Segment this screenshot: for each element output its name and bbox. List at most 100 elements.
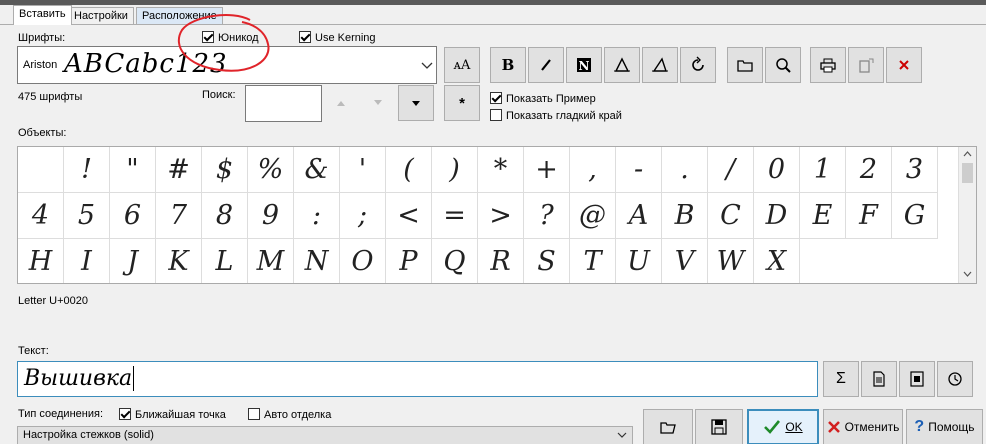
glyph-cell[interactable]: , <box>570 147 616 193</box>
glyph-cell[interactable]: 7 <box>156 193 202 239</box>
glyph-cell[interactable]: - <box>616 147 662 193</box>
show-sample-checkbox[interactable]: Показать Пример <box>490 92 596 105</box>
glyph-cell[interactable]: < <box>386 193 432 239</box>
glyph-cell[interactable]: P <box>386 239 432 283</box>
scroll-up-icon[interactable] <box>963 151 972 157</box>
glyph-cell[interactable]: B <box>662 193 708 239</box>
glyph-cell[interactable]: X <box>754 239 800 283</box>
glyph-scrollbar[interactable] <box>958 147 976 283</box>
nearest-point-checkbox[interactable]: Ближайшая точка <box>119 408 226 421</box>
print-button[interactable] <box>810 47 846 83</box>
stitch-settings-select[interactable]: Настройка стежков (solid) <box>17 426 633 444</box>
glyph-cell[interactable]: % <box>248 147 294 193</box>
italic-button[interactable] <box>528 47 564 83</box>
glyph-cell[interactable] <box>18 147 64 193</box>
scroll-down-icon[interactable] <box>963 271 972 277</box>
glyph-cell[interactable]: & <box>294 147 340 193</box>
glyph-cell[interactable]: A <box>616 193 662 239</box>
glyph-cell[interactable]: @ <box>570 193 616 239</box>
glyph-cell[interactable]: R <box>478 239 524 283</box>
glyph-cell[interactable]: 5 <box>64 193 110 239</box>
clock-button[interactable] <box>937 361 973 397</box>
slant-right-button[interactable] <box>642 47 678 83</box>
glyph-cell[interactable]: W <box>708 239 754 283</box>
glyph-cell[interactable]: ' <box>340 147 386 193</box>
save-button[interactable] <box>695 409 743 444</box>
auto-finish-checkbox[interactable]: Авто отделка <box>248 408 331 421</box>
glyph-cell[interactable]: * <box>478 147 524 193</box>
arrow-up-icon[interactable] <box>336 99 346 107</box>
chevron-down-icon[interactable] <box>421 62 433 70</box>
glyph-cell[interactable]: ( <box>386 147 432 193</box>
open-folder-button[interactable] <box>727 47 763 83</box>
glyph-cell[interactable]: ? <box>524 193 570 239</box>
glyph-cell[interactable]: F <box>846 193 892 239</box>
text-input[interactable]: Вышивка <box>17 361 818 397</box>
kerning-check-icon[interactable] <box>299 31 311 43</box>
asterisk-button[interactable]: * <box>444 85 480 121</box>
glyph-cell[interactable]: T <box>570 239 616 283</box>
glyph-cell[interactable]: = <box>432 193 478 239</box>
open-file-button[interactable] <box>643 409 693 444</box>
chevron-down-icon[interactable] <box>617 432 627 439</box>
glyph-cell[interactable]: L <box>202 239 248 283</box>
search-input[interactable] <box>245 85 322 122</box>
auto-check-icon[interactable] <box>248 408 260 420</box>
glyph-cell[interactable]: 4 <box>18 193 64 239</box>
glyph-cell[interactable]: ! <box>64 147 110 193</box>
font-size-button[interactable]: ᴀA <box>444 47 480 83</box>
glyph-cell[interactable]: . <box>662 147 708 193</box>
glyph-cell[interactable]: E <box>800 193 846 239</box>
glyph-cell[interactable]: Q <box>432 239 478 283</box>
glyph-cell[interactable]: 9 <box>248 193 294 239</box>
template-button[interactable] <box>899 361 935 397</box>
slant-left-button[interactable] <box>604 47 640 83</box>
glyph-cell[interactable]: ; <box>340 193 386 239</box>
glyph-cell[interactable]: 6 <box>110 193 156 239</box>
scroll-thumb[interactable] <box>962 163 973 183</box>
glyph-cell[interactable]: : <box>294 193 340 239</box>
tab-settings[interactable]: Настройки <box>68 7 134 25</box>
export-button[interactable] <box>848 47 884 83</box>
arrow-down-icon[interactable] <box>373 99 383 107</box>
glyph-cell[interactable]: S <box>524 239 570 283</box>
zoom-button[interactable] <box>765 47 801 83</box>
smooth-edge-checkbox[interactable]: Показать гладкий край <box>490 109 622 122</box>
glyph-cell[interactable]: D <box>754 193 800 239</box>
glyph-cell[interactable]: N <box>294 239 340 283</box>
glyph-cell[interactable]: K <box>156 239 202 283</box>
glyph-cell[interactable]: $ <box>202 147 248 193</box>
glyph-cell[interactable]: V <box>662 239 708 283</box>
ok-button[interactable]: OK <box>747 409 819 444</box>
glyph-cell[interactable]: 8 <box>202 193 248 239</box>
glyph-cell[interactable]: > <box>478 193 524 239</box>
cancel-tool-button[interactable] <box>886 47 922 83</box>
glyph-cell[interactable]: 0 <box>754 147 800 193</box>
n-box-button[interactable]: N <box>566 47 602 83</box>
glyph-cell[interactable]: # <box>156 147 202 193</box>
glyph-cell[interactable]: J <box>110 239 156 283</box>
glyph-cell[interactable]: U <box>616 239 662 283</box>
glyph-cell[interactable]: 1 <box>800 147 846 193</box>
glyph-cell[interactable]: 2 <box>846 147 892 193</box>
glyph-cell[interactable]: H <box>18 239 64 283</box>
glyph-cell[interactable]: C <box>708 193 754 239</box>
glyph-cell[interactable]: G <box>892 193 938 239</box>
help-button[interactable]: ? Помощь <box>906 409 983 444</box>
bold-button[interactable]: B <box>490 47 526 83</box>
glyph-cell[interactable]: " <box>110 147 156 193</box>
document-button[interactable] <box>861 361 897 397</box>
glyph-cell[interactable]: 3 <box>892 147 938 193</box>
glyph-grid[interactable]: ! " # $% & '() * +, -./0 1 2 3 4 5 6 7 8 9:; < = >? @ A B C D E F G H… <box>17 146 977 284</box>
glyph-cell[interactable]: / <box>708 147 754 193</box>
smooth-edge-check-icon[interactable] <box>490 109 502 121</box>
glyph-cell[interactable]: + <box>524 147 570 193</box>
search-dropdown-button[interactable] <box>398 85 434 121</box>
glyph-cell[interactable]: I <box>64 239 110 283</box>
glyph-cell[interactable]: O <box>340 239 386 283</box>
tab-insert[interactable]: Вставить <box>13 5 72 25</box>
kerning-checkbox[interactable]: Use Kerning <box>299 31 376 44</box>
rotate-button[interactable] <box>680 47 716 83</box>
glyph-cell[interactable]: ) <box>432 147 478 193</box>
sigma-button[interactable]: Σ <box>823 361 859 397</box>
